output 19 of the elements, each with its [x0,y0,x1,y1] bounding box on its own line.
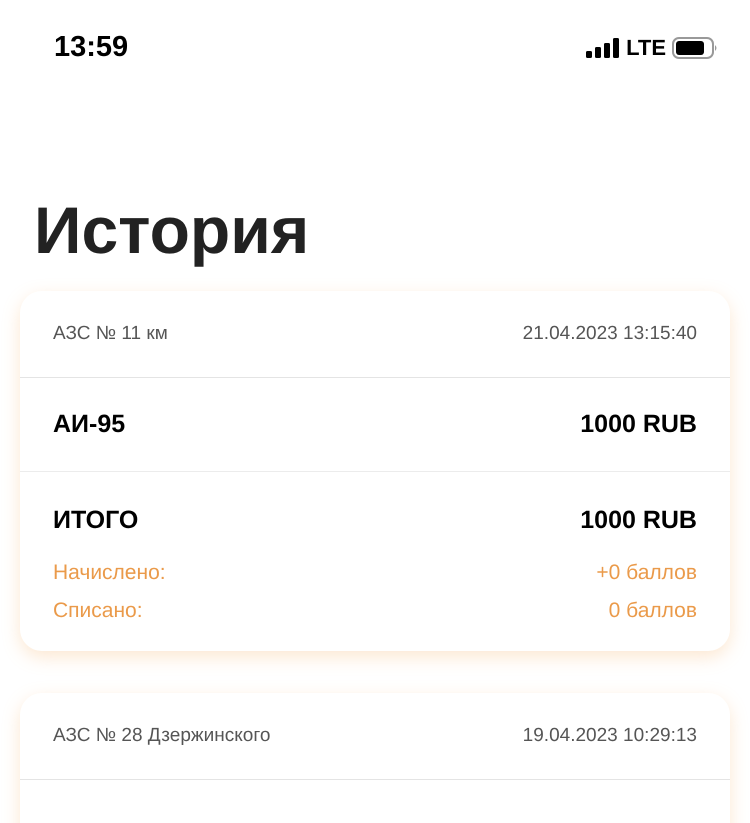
network-label: LTE [626,34,666,60]
transaction-card[interactable]: АЗС № 11 км 21.04.2023 13:15:40 АИ-95 1000 RUB ИТОГО 1000 RUB Начислено: +0 баллов Списано: 0 баллов [20,291,730,651]
status-time: 13:59 [54,31,128,64]
signal-icon [586,38,620,58]
transaction-card[interactable]: АЗС № 28 Дзержинского 19.04.2023 10:29:13 [20,693,730,823]
total-label: ИТОГО [53,506,138,535]
spent-points: 0 баллов [608,599,697,623]
transaction-datetime: 21.04.2023 13:15:40 [522,323,697,345]
fuel-name: АИ-95 [53,410,126,439]
accrued-points: +0 баллов [596,561,697,585]
battery-icon [672,36,718,58]
station-name: АЗС № 28 Дзержинского [53,725,270,747]
page-title: История [34,195,310,265]
transaction-datetime: 19.04.2023 10:29:13 [522,725,697,747]
station-name: АЗС № 11 км [53,323,168,345]
total-amount: 1000 RUB [580,506,697,535]
spent-label: Списано: [53,599,143,623]
accrued-label: Начислено: [53,561,166,585]
fuel-amount: 1000 RUB [580,410,697,439]
